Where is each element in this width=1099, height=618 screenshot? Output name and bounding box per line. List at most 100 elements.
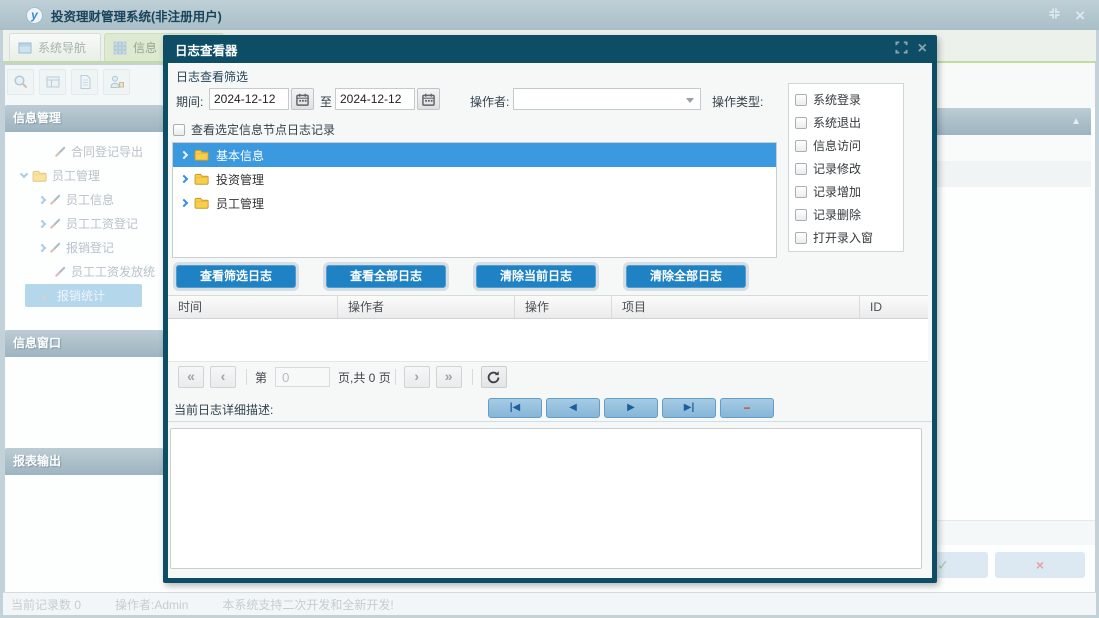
- checkbox-icon[interactable]: [795, 208, 807, 221]
- item-label: 员工信息: [66, 193, 115, 207]
- type-option-record-delete[interactable]: 记录删除: [795, 203, 903, 226]
- detail-label: 当前日志详细描述:: [174, 403, 274, 417]
- option-label: 信息访问: [813, 139, 862, 153]
- view-all-logs-button[interactable]: 查看全部日志: [326, 265, 446, 288]
- pager-page-suffix: 页,共 0 页: [338, 370, 391, 385]
- column-header-time[interactable]: 时间: [168, 296, 338, 318]
- type-option-record-add[interactable]: 记录增加: [795, 180, 903, 203]
- close-button[interactable]: ×: [1075, 7, 1085, 24]
- view-filtered-logs-button[interactable]: 查看筛选日志: [176, 265, 296, 288]
- tree-item-investment-mgmt[interactable]: 投资管理: [173, 167, 776, 191]
- period-label: 期间:: [176, 95, 204, 109]
- panel-header-report-output[interactable]: 报表输出: [5, 448, 163, 475]
- tool-icon: [55, 266, 66, 277]
- tab-system-nav[interactable]: 系统导航: [9, 33, 102, 61]
- checkbox-icon[interactable]: [795, 93, 807, 106]
- record-prev-button[interactable]: ◀: [546, 398, 600, 418]
- tool-icon: [50, 194, 61, 205]
- detail-description-textarea[interactable]: [170, 428, 922, 569]
- chevron-right-icon: [37, 243, 47, 252]
- item-label: 报销统计: [57, 289, 106, 303]
- folder-icon: [32, 170, 47, 182]
- tree-item-basic-info[interactable]: 基本信息: [173, 143, 776, 167]
- detail-toolbar: 当前日志详细描述: |◀ ◀ ▶ ▶| −: [168, 395, 932, 422]
- tree-item-staff-mgmt[interactable]: 员工管理: [173, 191, 776, 215]
- clear-current-logs-button[interactable]: 清除当前日志: [476, 265, 596, 288]
- record-first-button[interactable]: |◀: [488, 398, 542, 418]
- document-button[interactable]: [71, 69, 98, 95]
- combo-dropdown-icon[interactable]: [686, 98, 694, 103]
- report-view-button[interactable]: [39, 69, 66, 95]
- pager-last-button[interactable]: »: [435, 366, 462, 388]
- record-last-button[interactable]: ▶|: [662, 398, 716, 418]
- tool-icon: [55, 146, 66, 157]
- type-option-open-entry-window[interactable]: 打开录入窗: [795, 226, 903, 249]
- date-to-input[interactable]: [335, 88, 415, 110]
- sidebar-item-contract-export[interactable]: 合同登记导出: [55, 140, 143, 163]
- tab-label: 信息: [133, 41, 158, 55]
- pager-next-button[interactable]: ›: [403, 366, 430, 388]
- restore-button[interactable]: [1048, 7, 1061, 23]
- search-button[interactable]: [7, 69, 34, 95]
- user-button[interactable]: [103, 69, 130, 95]
- folder-icon: [194, 197, 209, 209]
- record-remove-button[interactable]: −: [720, 398, 774, 418]
- type-option-info-access[interactable]: 信息访问: [795, 134, 903, 157]
- column-header-id[interactable]: ID: [860, 296, 928, 318]
- sidebar-item-staff-mgmt[interactable]: 员工管理: [19, 164, 101, 187]
- calendar-icon: [296, 93, 309, 106]
- column-header-project[interactable]: 项目: [612, 296, 860, 318]
- checkbox-icon[interactable]: [795, 116, 807, 129]
- node-filter-checkbox-row[interactable]: 查看选定信息节点日志记录: [173, 118, 335, 141]
- chevron-right-icon[interactable]: [179, 174, 189, 184]
- sidebar-item-expense-reg[interactable]: 报销登记: [37, 236, 114, 259]
- checkbox-icon[interactable]: [795, 185, 807, 198]
- date-from-input[interactable]: [209, 88, 289, 110]
- filter-group-label: 日志查看筛选: [176, 70, 249, 84]
- operator-combo-input[interactable]: [514, 89, 680, 109]
- item-label: 员工工资发放统: [71, 265, 156, 279]
- panel-header-info-mgmt[interactable]: 信息管理: [5, 105, 163, 132]
- sidebar-item-expense-stats[interactable]: 报销统计: [25, 284, 142, 307]
- pager-refresh-button[interactable]: [480, 366, 507, 388]
- panel-header-info-window[interactable]: 信息窗口: [5, 330, 163, 357]
- window-title: 投资理财管理系统(非注册用户): [51, 9, 222, 24]
- option-label: 系统登录: [813, 93, 862, 107]
- column-header-operator[interactable]: 操作者: [338, 296, 515, 318]
- sidebar-item-staff-salary[interactable]: 员工工资登记: [37, 212, 138, 235]
- checkbox-icon[interactable]: [173, 123, 185, 136]
- dialog-maximize-button[interactable]: [895, 41, 908, 57]
- date-to-picker-button[interactable]: [417, 88, 440, 110]
- chevron-right-icon[interactable]: [179, 150, 189, 160]
- dialog-close-button[interactable]: ×: [918, 41, 927, 57]
- sidebar-item-staff-info[interactable]: 员工信息: [37, 188, 115, 211]
- option-label: 记录删除: [813, 208, 862, 222]
- option-label: 系统退出: [813, 116, 862, 130]
- item-label: 员工管理: [52, 169, 101, 183]
- checkbox-icon[interactable]: [795, 162, 807, 175]
- type-option-system-login[interactable]: 系统登录: [795, 88, 903, 111]
- sidebar-item-salary-grant[interactable]: 员工工资发放统: [55, 260, 163, 283]
- type-option-system-logout[interactable]: 系统退出: [795, 111, 903, 134]
- column-header-operation[interactable]: 操作: [515, 296, 612, 318]
- pager-first-button[interactable]: «: [178, 366, 204, 388]
- status-operator: 操作者:Admin: [115, 597, 189, 612]
- cancel-button[interactable]: ×: [995, 552, 1085, 578]
- clear-all-logs-button[interactable]: 清除全部日志: [626, 265, 746, 288]
- operator-combobox[interactable]: [513, 88, 701, 110]
- collapse-arrow-icon[interactable]: ▲: [1071, 116, 1081, 127]
- type-option-record-modify[interactable]: 记录修改: [795, 157, 903, 180]
- checkbox-icon[interactable]: [795, 139, 807, 152]
- log-table-header: 时间 操作者 操作 项目 ID: [168, 295, 928, 319]
- date-from-picker-button[interactable]: [291, 88, 314, 110]
- to-label: 至: [320, 95, 333, 109]
- dialog-titlebar[interactable]: 日志查看器 ×: [163, 35, 937, 63]
- pager-prev-button[interactable]: ‹: [210, 366, 236, 388]
- tool-icon: [50, 218, 61, 229]
- record-next-button[interactable]: ▶: [604, 398, 658, 418]
- option-label: 记录修改: [813, 162, 862, 176]
- checkbox-icon[interactable]: [795, 231, 807, 244]
- chevron-right-icon[interactable]: [179, 198, 189, 208]
- pager-page-input[interactable]: [275, 367, 331, 387]
- sidebar: 信息管理 合同登记导出 员工管理 员工信息 员工工资登记 报销登记 员工工资发放…: [5, 65, 163, 592]
